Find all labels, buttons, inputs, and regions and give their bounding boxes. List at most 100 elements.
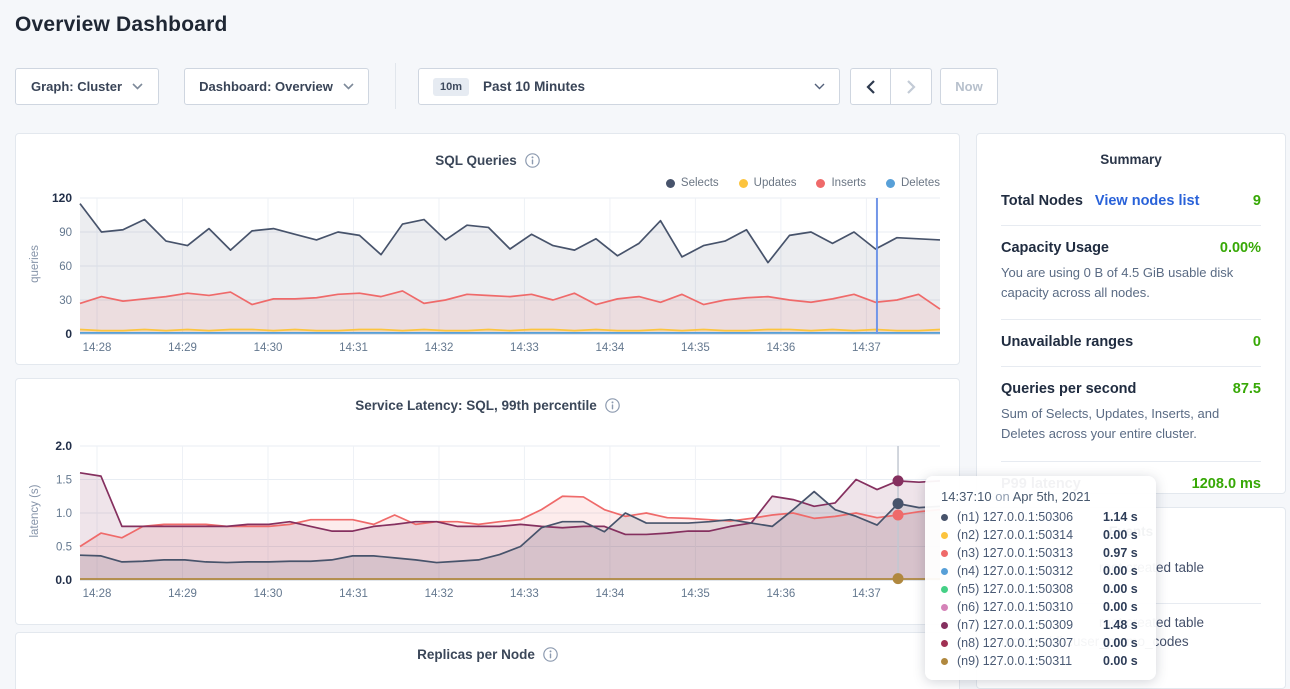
- now-button[interactable]: Now: [940, 68, 998, 105]
- svg-text:14:36: 14:36: [767, 588, 796, 600]
- tooltip-node-label: (n7) 127.0.0.1:50309: [957, 618, 1103, 632]
- svg-text:14:32: 14:32: [425, 342, 454, 354]
- legend-label: Deletes: [901, 177, 940, 189]
- series-dot-icon: [941, 550, 948, 557]
- legend-item-inserts: Inserts: [816, 177, 866, 189]
- summary-row: Capacity Usage 0.00% You are using 0 B of …: [1001, 226, 1261, 320]
- series-dot-icon: [941, 514, 948, 521]
- tooltip-node-value: 0.00 s: [1103, 582, 1138, 596]
- dashboard-dropdown-label: Dashboard: Overview: [199, 79, 333, 94]
- series-dot-icon: [941, 622, 948, 629]
- summary-label: Capacity Usage: [1001, 240, 1109, 256]
- legend-item-selects: Selects: [666, 177, 719, 189]
- tooltip-node-value: 1.48 s: [1103, 618, 1138, 632]
- tooltip-node-value: 0.00 s: [1103, 564, 1138, 578]
- svg-text:14:30: 14:30: [254, 342, 283, 354]
- sql-queries-chart[interactable]: 030609012014:2814:2914:3014:3114:3214:33…: [20, 190, 950, 356]
- svg-text:14:35: 14:35: [681, 342, 710, 354]
- summary-label: Unavailable ranges: [1001, 334, 1133, 350]
- svg-text:0: 0: [65, 327, 72, 341]
- svg-text:1.5: 1.5: [56, 475, 72, 487]
- summary-row-head: Total NodesView nodes list9: [1001, 193, 1261, 209]
- svg-text:14:31: 14:31: [339, 342, 368, 354]
- tooltip-row: (n8) 127.0.0.1:503070.00 s: [941, 634, 1142, 652]
- tooltip-node-label: (n5) 127.0.0.1:50308: [957, 582, 1103, 596]
- time-next-button[interactable]: [891, 68, 932, 105]
- svg-text:14:35: 14:35: [681, 588, 710, 600]
- info-icon[interactable]: [543, 647, 558, 662]
- time-nav-group: [850, 68, 932, 105]
- summary-row-head: Queries per second87.5: [1001, 381, 1261, 397]
- svg-text:0.0: 0.0: [55, 573, 72, 587]
- svg-text:14:29: 14:29: [168, 588, 197, 600]
- svg-text:14:34: 14:34: [596, 588, 625, 600]
- tooltip-node-value: 1.14 s: [1103, 510, 1138, 524]
- chevron-right-icon: [907, 80, 916, 94]
- svg-text:14:33: 14:33: [510, 588, 539, 600]
- chevron-down-icon: [343, 83, 354, 90]
- svg-text:14:28: 14:28: [83, 588, 112, 600]
- chevron-left-icon: [866, 80, 875, 94]
- summary-row: Total NodesView nodes list9: [1001, 179, 1261, 226]
- svg-text:14:28: 14:28: [83, 342, 112, 354]
- legend-dot-icon: [666, 179, 675, 188]
- time-prev-button[interactable]: [850, 68, 891, 105]
- svg-text:0.5: 0.5: [56, 542, 72, 554]
- tooltip-node-label: (n2) 127.0.0.1:50314: [957, 528, 1103, 542]
- tooltip-row: (n7) 127.0.0.1:503091.48 s: [941, 616, 1142, 634]
- svg-text:30: 30: [59, 295, 72, 307]
- svg-text:14:32: 14:32: [425, 588, 454, 600]
- tooltip-node-label: (n9) 127.0.0.1:50311: [957, 654, 1103, 668]
- series-dot-icon: [941, 604, 948, 611]
- now-button-label: Now: [955, 79, 982, 94]
- tooltip-row: (n9) 127.0.0.1:503110.00 s: [941, 652, 1142, 670]
- summary-value: 0.00%: [1220, 240, 1261, 256]
- legend-item-deletes: Deletes: [886, 177, 940, 189]
- summary-label: Total Nodes: [1001, 193, 1083, 209]
- tooltip-row: (n2) 127.0.0.1:503140.00 s: [941, 526, 1142, 544]
- graph-dropdown[interactable]: Graph: Cluster: [15, 68, 159, 105]
- tooltip-node-label: (n8) 127.0.0.1:50307: [957, 636, 1103, 650]
- tooltip-node-label: (n6) 127.0.0.1:50310: [957, 600, 1103, 614]
- summary-value: 87.5: [1233, 381, 1261, 397]
- view-nodes-link[interactable]: View nodes list: [1095, 193, 1200, 209]
- dashboard-dropdown[interactable]: Dashboard: Overview: [184, 68, 369, 105]
- tooltip-row: (n3) 127.0.0.1:503130.97 s: [941, 544, 1142, 562]
- tooltip-timestamp: 14:37:10 on Apr 5th, 2021: [941, 489, 1142, 504]
- legend-label: Inserts: [831, 177, 866, 189]
- time-range-label: Past 10 Minutes: [483, 79, 585, 94]
- legend-dot-icon: [816, 179, 825, 188]
- summary-description: You are using 0 B of 4.5 GiB usable disk…: [1001, 263, 1261, 303]
- info-icon[interactable]: [525, 153, 540, 168]
- summary-row: Queries per second87.5Sum of Selects, Up…: [1001, 367, 1261, 461]
- series-dot-icon: [941, 568, 948, 575]
- tooltip-row: (n5) 127.0.0.1:503080.00 s: [941, 580, 1142, 598]
- service-latency-chart[interactable]: 0.00.51.01.52.014:2814:2914:3014:3114:32…: [20, 438, 950, 604]
- svg-text:60: 60: [59, 261, 72, 273]
- svg-text:14:31: 14:31: [339, 588, 368, 600]
- series-dot-icon: [941, 586, 948, 593]
- svg-text:14:29: 14:29: [168, 342, 197, 354]
- sql-chart-legend: Selects Updates Inserts Deletes: [580, 177, 940, 189]
- legend-item-updates: Updates: [739, 177, 797, 189]
- replicas-per-node-title: Replicas per Node: [417, 647, 535, 662]
- series-dot-icon: [941, 532, 948, 539]
- tooltip-node-label: (n3) 127.0.0.1:50313: [957, 546, 1103, 560]
- summary-row: Unavailable ranges0: [1001, 320, 1261, 367]
- svg-text:90: 90: [59, 227, 72, 239]
- svg-text:1.0: 1.0: [56, 508, 72, 520]
- tooltip-node-value: 0.00 s: [1103, 528, 1138, 542]
- svg-text:14:37: 14:37: [852, 588, 881, 600]
- chevron-down-icon: [814, 83, 825, 90]
- svg-text:14:37: 14:37: [852, 342, 881, 354]
- replicas-per-node-card: Replicas per Node: [15, 632, 960, 689]
- series-dot-icon: [941, 640, 948, 647]
- series-dot-icon: [941, 658, 948, 665]
- chart-hover-tooltip: 14:37:10 on Apr 5th, 2021 (n1) 127.0.0.1…: [925, 476, 1156, 680]
- legend-label: Updates: [754, 177, 797, 189]
- svg-text:14:33: 14:33: [510, 342, 539, 354]
- summary-row-head: Unavailable ranges0: [1001, 334, 1261, 350]
- time-range-dropdown[interactable]: 10m Past 10 Minutes: [418, 68, 840, 105]
- tooltip-row: (n6) 127.0.0.1:503100.00 s: [941, 598, 1142, 616]
- info-icon[interactable]: [605, 398, 620, 413]
